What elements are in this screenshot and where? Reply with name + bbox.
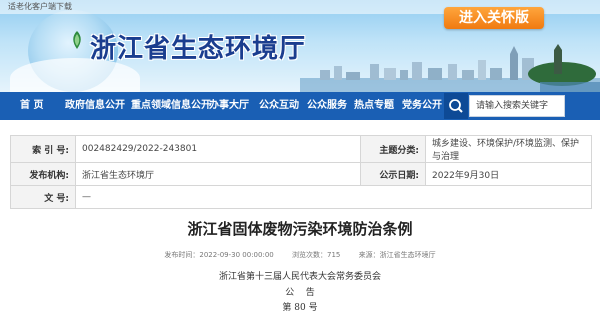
topic-label: 主题分类: [360, 135, 426, 163]
search-button[interactable] [444, 93, 468, 119]
header-banner: 适老化客户端下载 浙江省生态环境厅 进入关怀版 [0, 0, 600, 92]
logo-icon [73, 31, 81, 49]
search-icon [449, 99, 463, 113]
nav-gov-info[interactable]: 政府信息公开 [65, 92, 125, 120]
elder-client-download-link[interactable]: 适老化客户端下载 [8, 1, 72, 12]
date-label: 公示日期: [360, 162, 426, 186]
doc-no-label: 文 号: [10, 185, 76, 209]
nav-service-hall[interactable]: 办事大厅 [209, 92, 249, 120]
search-input[interactable] [469, 95, 565, 117]
publisher-label: 发布机构: [10, 162, 76, 186]
document-title: 浙江省固体废物污染环境防治条例 [187, 220, 413, 238]
publisher-value: 浙江省生态环境厅 [75, 162, 361, 186]
nav-hot-topics[interactable]: 热点专题 [354, 92, 394, 120]
document-info-table: 索 引 号: 002482429/2022-243801 主题分类: 城乡建设、… [10, 135, 592, 209]
date-value: 2022年9月30日 [425, 162, 592, 186]
city-skyline-graphic [300, 44, 600, 92]
publish-time: 发布时间：2022-09-30 00:00:00 [164, 251, 274, 259]
nav-public-service[interactable]: 公众服务 [307, 92, 347, 120]
index-label: 索 引 号: [10, 135, 76, 163]
doc-no-value: — [75, 185, 592, 209]
topic-value: 城乡建设、环境保护/环境监测、保护与治理 [425, 135, 592, 163]
nav-home[interactable]: 首 页 [20, 92, 43, 120]
announcement-number: 第 80 号 [282, 303, 318, 313]
nav-party-affairs[interactable]: 党务公开 [402, 92, 442, 120]
announcement-line: 公 告 [285, 288, 315, 298]
view-count: 浏览次数：715 [291, 251, 341, 259]
source: 来源：浙江省生态环境厅 [358, 251, 436, 259]
index-value: 002482429/2022-243801 [75, 135, 361, 163]
site-title: 浙江省生态环境厅 [90, 34, 307, 64]
issuer-line: 浙江省第十三届人民代表大会常务委员会 [218, 272, 381, 282]
document-meta: 发布时间：2022-09-30 00:00:00 浏览次数：715 来源：浙江省… [0, 250, 600, 260]
nav-public-interaction[interactable]: 公众互动 [259, 92, 299, 120]
care-version-button[interactable]: 进入关怀版 [444, 7, 544, 29]
nav-key-areas[interactable]: 重点领域信息公开 [131, 92, 211, 120]
